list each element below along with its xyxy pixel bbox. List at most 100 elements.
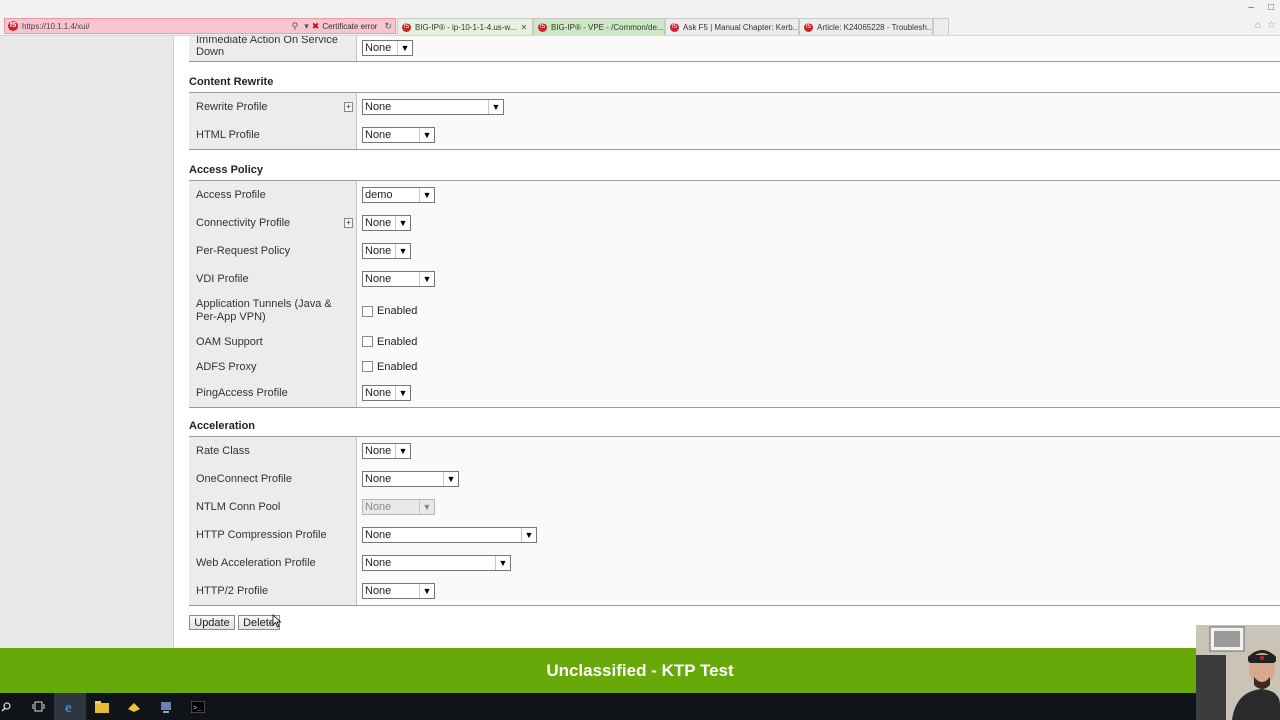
table-row: HTTP Compression Profile None ▼ (189, 521, 1280, 549)
web-acceleration-profile-label: Web Acceleration Profile (196, 557, 316, 569)
checkbox-box[interactable] (362, 305, 373, 317)
section-title-access-policy: Access Policy (189, 164, 263, 176)
select-value: None (365, 445, 392, 457)
table-row: ADFS Proxy Enabled (189, 354, 1280, 379)
dropdown-icon[interactable]: ▾ (304, 21, 309, 32)
minimize-icon[interactable]: – (1248, 2, 1254, 13)
tab-label: Article: K24065228 - Troublesh... (817, 22, 933, 32)
chevron-down-icon: ▼ (419, 128, 434, 142)
new-tab-button[interactable] (933, 18, 949, 35)
per-request-policy-select[interactable]: None ▼ (362, 243, 411, 259)
adfs-proxy-checkbox[interactable]: Enabled (362, 361, 417, 373)
application-tunnels-label: Application Tunnels (Java & Per-App VPN) (196, 298, 332, 323)
access-policy-table: Access Profile demo ▼ Connectivity Profi… (189, 180, 1280, 408)
row-value: None ▼ (357, 121, 1280, 149)
close-icon[interactable]: ✕ (520, 23, 527, 32)
banner-text: Unclassified - KTP Test (546, 660, 734, 680)
rate-class-select[interactable]: None ▼ (362, 443, 411, 459)
row-value: Enabled (357, 354, 1280, 379)
select-value: None (365, 42, 392, 54)
f5-favicon-icon: f5 (670, 22, 679, 32)
row-value: None ▼ (357, 465, 1280, 493)
task-view-icon[interactable] (22, 693, 54, 720)
table-row: NTLM Conn Pool None ▼ (189, 493, 1280, 521)
html-profile-label: HTML Profile (196, 129, 260, 141)
row-value: Enabled (357, 329, 1280, 354)
checkbox-box[interactable] (362, 336, 373, 347)
oam-support-checkbox[interactable]: Enabled (362, 336, 417, 348)
row-label: OAM Support (189, 329, 357, 354)
table-row: Per-Request Policy None ▼ (189, 237, 1280, 265)
network-tool-icon[interactable] (150, 693, 182, 720)
webcam-overlay (1196, 625, 1280, 720)
row-label-line: Down (196, 46, 225, 58)
row-label: PingAccess Profile (189, 379, 357, 407)
tab-ask-f5[interactable]: f5 Ask F5 | Manual Chapter: Kerb... (665, 18, 799, 35)
address-bar[interactable]: f5 https://10.1.1.4/xui/ ⚲ ▾ ✖ Certifica… (4, 18, 396, 34)
address-url[interactable]: https://10.1.1.4/xui/ (22, 22, 289, 31)
pingaccess-profile-label: PingAccess Profile (196, 387, 288, 399)
chevron-down-icon: ▼ (395, 216, 410, 230)
table-row: HTTP/2 Profile None ▼ (189, 577, 1280, 605)
action-on-service-down-select[interactable]: None ▼ (362, 40, 413, 56)
file-explorer-icon[interactable] (86, 693, 118, 720)
select-value: None (365, 585, 392, 597)
tab-bigip-main[interactable]: f5 BIG-IP® - ip-10-1-1-4.us-w... ✕ (397, 18, 533, 35)
http-compression-profile-select[interactable]: None ▼ (362, 527, 537, 543)
refresh-icon[interactable]: ↻ (384, 21, 392, 32)
row-value: None ▼ (357, 521, 1280, 549)
oam-support-label: OAM Support (196, 335, 263, 348)
row-label: ADFS Proxy (189, 354, 357, 379)
access-profile-select[interactable]: demo ▼ (362, 187, 435, 203)
oneconnect-profile-label: OneConnect Profile (196, 473, 292, 485)
favorites-icon[interactable]: ☆ (1267, 20, 1276, 31)
row-value: None ▼ (357, 379, 1280, 407)
maximize-icon[interactable]: □ (1268, 2, 1274, 13)
plus-icon[interactable]: + (344, 102, 353, 112)
row-value: None ▼ (357, 265, 1280, 293)
acceleration-table: Rate Class None ▼ OneConnect Profile Non… (189, 436, 1280, 606)
row-label: Rate Class (189, 437, 357, 465)
update-button[interactable]: Update (189, 615, 235, 630)
rewrite-profile-label: Rewrite Profile (196, 101, 268, 113)
command-prompt-icon[interactable]: >_ (182, 693, 214, 720)
connectivity-profile-select[interactable]: None ▼ (362, 215, 411, 231)
rewrite-profile-select[interactable]: None ▼ (362, 99, 504, 115)
vdi-profile-select[interactable]: None ▼ (362, 271, 435, 287)
ntlm-conn-pool-select: None ▼ (362, 499, 435, 515)
pingaccess-profile-select[interactable]: None ▼ (362, 385, 411, 401)
internet-explorer-icon[interactable]: e (54, 693, 86, 720)
table-row: Immediate Action On Service Down None ▼ (189, 36, 1280, 61)
web-acceleration-profile-select[interactable]: None ▼ (362, 555, 511, 571)
chevron-down-icon: ▼ (397, 41, 412, 55)
http2-profile-select[interactable]: None ▼ (362, 583, 435, 599)
checkbox-label: Enabled (377, 360, 418, 373)
home-icon[interactable]: ⌂ (1255, 20, 1261, 31)
row-label: Application Tunnels (Java & Per-App VPN) (189, 293, 357, 329)
application-tunnels-checkbox[interactable]: Enabled (362, 305, 417, 317)
f5-favicon-icon: f5 (804, 22, 813, 32)
select-value: None (365, 473, 392, 485)
search-icon[interactable]: ⚲ (292, 21, 299, 32)
checkbox-box[interactable] (362, 361, 373, 372)
search-icon[interactable] (0, 693, 12, 720)
connectivity-profile-label: Connectivity Profile (196, 217, 291, 229)
plus-icon[interactable]: + (344, 218, 353, 228)
tab-article[interactable]: f5 Article: K24065228 - Troublesh... (799, 18, 933, 35)
select-value: None (365, 387, 392, 399)
f5-favicon-icon: f5 (402, 22, 411, 32)
certificate-error-icon[interactable]: ✖ (312, 21, 320, 32)
row-value: None ▼ (357, 437, 1280, 465)
html-profile-select[interactable]: None ▼ (362, 127, 435, 143)
row-value: None ▼ (357, 237, 1280, 265)
chevron-down-icon: ▼ (395, 244, 410, 258)
adfs-proxy-label: ADFS Proxy (196, 360, 257, 373)
tab-bigip-vpe[interactable]: f5 BIG-IP® - VPE - /Common/de... (533, 18, 665, 35)
oneconnect-profile-select[interactable]: None ▼ (362, 471, 459, 487)
row-value: None ▼ (357, 93, 1280, 121)
certificate-error-label[interactable]: Certificate error (322, 22, 377, 31)
chevron-down-icon: ▼ (495, 556, 510, 570)
app-icon[interactable] (118, 693, 150, 720)
per-request-policy-label: Per-Request Policy (196, 245, 291, 257)
select-value: demo (365, 189, 393, 201)
